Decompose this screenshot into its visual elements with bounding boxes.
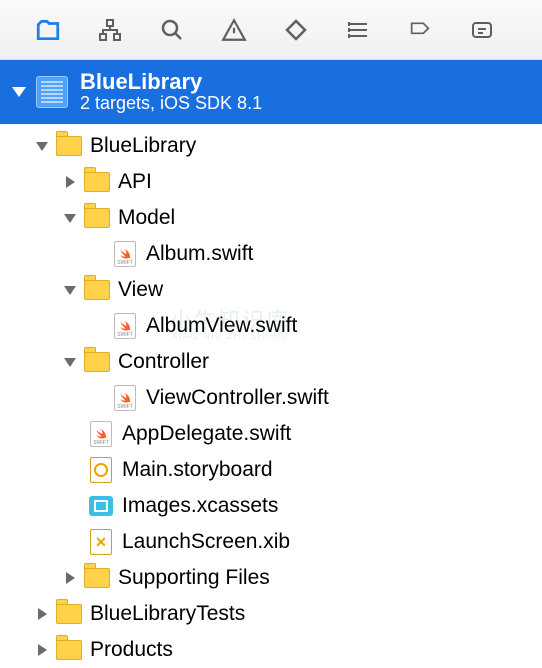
file-appdelegate-swift[interactable]: SWIFT AppDelegate.swift — [0, 416, 542, 452]
symbol-navigator-icon[interactable] — [96, 16, 124, 44]
project-navigator-icon[interactable] — [34, 16, 62, 44]
group-supporting-files[interactable]: Supporting Files — [0, 560, 542, 596]
file-album-swift[interactable]: SWIFT Album.swift — [0, 236, 542, 272]
file-albumview-swift[interactable]: SWIFT AlbumView.swift — [0, 308, 542, 344]
disclosure-triangle-icon[interactable] — [62, 286, 78, 295]
group-label: View — [118, 278, 163, 302]
group-view[interactable]: View — [0, 272, 542, 308]
file-label: ViewController.swift — [146, 386, 329, 410]
disclosure-triangle-icon[interactable] — [62, 358, 78, 367]
file-label: Album.swift — [146, 242, 253, 266]
disclosure-triangle-icon[interactable] — [62, 572, 78, 584]
folder-icon — [56, 637, 82, 663]
group-tests[interactable]: BlueLibraryTests — [0, 596, 542, 632]
group-label: Products — [90, 638, 173, 662]
folder-icon — [56, 601, 82, 627]
folder-icon — [84, 205, 110, 231]
group-label: API — [118, 170, 152, 194]
project-row[interactable]: BlueLibrary 2 targets, iOS SDK 8.1 — [0, 60, 542, 124]
xcassets-file-icon — [88, 493, 114, 519]
project-subtitle: 2 targets, iOS SDK 8.1 — [80, 94, 262, 114]
xcode-project-icon — [36, 76, 68, 108]
group-bluelibrary[interactable]: BlueLibrary — [0, 128, 542, 164]
folder-icon — [84, 349, 110, 375]
debug-navigator-icon[interactable] — [344, 16, 372, 44]
project-navigator-tree: BlueLibrary API Model SWIFT Album.swift … — [0, 124, 542, 668]
disclosure-triangle-icon[interactable] — [34, 644, 50, 656]
file-main-storyboard[interactable]: Main.storyboard — [0, 452, 542, 488]
group-products[interactable]: Products — [0, 632, 542, 668]
storyboard-file-icon — [88, 457, 114, 483]
group-label: BlueLibrary — [90, 134, 196, 158]
project-title-block: BlueLibrary 2 targets, iOS SDK 8.1 — [80, 70, 262, 114]
folder-icon — [84, 565, 110, 591]
file-label: AppDelegate.swift — [122, 422, 291, 446]
group-label: BlueLibraryTests — [90, 602, 245, 626]
report-navigator-icon[interactable] — [468, 16, 496, 44]
disclosure-triangle-icon[interactable] — [34, 142, 50, 151]
group-controller[interactable]: Controller — [0, 344, 542, 380]
disclosure-triangle-icon[interactable] — [12, 87, 26, 97]
file-launchscreen-xib[interactable]: LaunchScreen.xib — [0, 524, 542, 560]
navigator-toolbar — [0, 0, 542, 60]
swift-file-icon: SWIFT — [88, 421, 114, 447]
file-label: LaunchScreen.xib — [122, 530, 290, 554]
folder-icon — [84, 169, 110, 195]
file-label: Main.storyboard — [122, 458, 273, 482]
swift-file-icon: SWIFT — [112, 313, 138, 339]
breakpoint-navigator-icon[interactable] — [406, 16, 434, 44]
disclosure-triangle-icon[interactable] — [62, 176, 78, 188]
disclosure-triangle-icon[interactable] — [34, 608, 50, 620]
group-label: Model — [118, 206, 175, 230]
group-api[interactable]: API — [0, 164, 542, 200]
group-label: Supporting Files — [118, 566, 270, 590]
issue-navigator-icon[interactable] — [220, 16, 248, 44]
group-label: Controller — [118, 350, 209, 374]
file-label: AlbumView.swift — [146, 314, 297, 338]
project-title: BlueLibrary — [80, 70, 262, 94]
disclosure-triangle-icon[interactable] — [62, 214, 78, 223]
test-navigator-icon[interactable] — [282, 16, 310, 44]
file-label: Images.xcassets — [122, 494, 278, 518]
xib-file-icon — [88, 529, 114, 555]
swift-file-icon: SWIFT — [112, 385, 138, 411]
swift-file-icon: SWIFT — [112, 241, 138, 267]
folder-icon — [84, 277, 110, 303]
file-viewcontroller-swift[interactable]: SWIFT ViewController.swift — [0, 380, 542, 416]
file-images-xcassets[interactable]: Images.xcassets — [0, 488, 542, 524]
find-navigator-icon[interactable] — [158, 16, 186, 44]
group-model[interactable]: Model — [0, 200, 542, 236]
folder-icon — [56, 133, 82, 159]
